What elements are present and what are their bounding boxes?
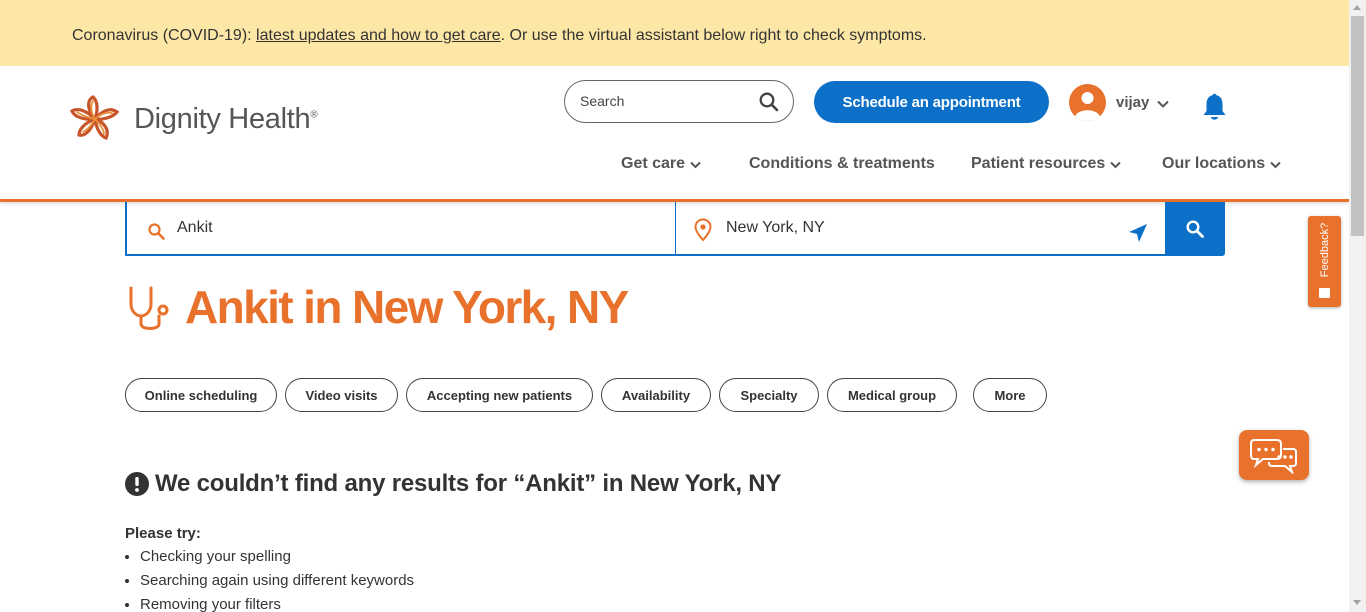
user-name: vijay xyxy=(1116,94,1150,111)
no-results-heading: We couldn’t find any results for “Ankit”… xyxy=(155,470,782,497)
suggestion-list: Checking your spelling Searching again u… xyxy=(140,548,414,612)
banner-suffix: . Or use the virtual assistant below rig… xyxy=(500,27,927,44)
registered-mark: ® xyxy=(310,108,318,120)
nav-conditions-treatments[interactable]: Conditions & treatments xyxy=(749,155,935,173)
chevron-down-icon xyxy=(1110,161,1121,169)
logo-wordmark: Dignity Health xyxy=(134,102,311,135)
user-menu[interactable]: vijay xyxy=(1069,84,1170,121)
covid-banner: Coronavirus (COVID-19): latest updates a… xyxy=(0,0,1349,66)
filter-specialty[interactable]: Specialty xyxy=(719,378,819,412)
site-search-input[interactable] xyxy=(580,93,750,109)
nav-patient-resources-label: Patient resources xyxy=(971,155,1106,172)
provider-query-value[interactable]: Ankit xyxy=(177,219,213,237)
bell-icon[interactable] xyxy=(1201,93,1228,122)
nav-our-locations-label: Our locations xyxy=(1162,155,1266,172)
filter-availability[interactable]: Availability xyxy=(601,378,711,412)
stethoscope-icon xyxy=(129,286,169,330)
search-icon xyxy=(1186,220,1204,238)
filter-more[interactable]: More xyxy=(973,378,1047,412)
results-heading: Ankit in New York, NY xyxy=(185,281,629,333)
page-title: Ankit in New York, NY xyxy=(125,280,629,334)
location-value[interactable]: New York, NY xyxy=(726,219,825,237)
alert-icon xyxy=(125,472,149,496)
finder-search-button[interactable] xyxy=(1165,202,1225,256)
list-item: Checking your spelling xyxy=(140,548,414,572)
search-icon[interactable] xyxy=(759,92,779,112)
scrollbar-thumb[interactable] xyxy=(1351,16,1364,236)
filter-accepting-new-patients[interactable]: Accepting new patients xyxy=(406,378,593,412)
provider-query-field[interactable]: Ankit xyxy=(125,202,676,256)
no-results-message: We couldn’t find any results for “Ankit”… xyxy=(125,470,781,498)
provider-finder: Ankit New York, NY xyxy=(125,202,1225,256)
nav-conditions-label: Conditions & treatments xyxy=(749,155,935,172)
user-icon xyxy=(1069,84,1106,121)
logo-text: Dignity Health® xyxy=(134,102,318,136)
list-item: Removing your filters xyxy=(140,596,414,612)
nav-get-care-label: Get care xyxy=(621,155,686,172)
banner-text: Coronavirus (COVID-19): latest updates a… xyxy=(72,27,927,45)
chevron-down-icon xyxy=(690,161,701,169)
scroll-up-icon[interactable] xyxy=(1353,5,1361,10)
page-scrollbar[interactable] xyxy=(1349,0,1366,612)
nav-get-care[interactable]: Get care xyxy=(621,155,701,173)
nav-patient-resources[interactable]: Patient resources xyxy=(971,155,1121,173)
schedule-appointment-button[interactable]: Schedule an appointment xyxy=(814,81,1049,123)
site-search[interactable] xyxy=(564,80,794,123)
locate-arrow-icon[interactable] xyxy=(1127,222,1149,244)
site-header: Dignity Health® Schedule an appointment … xyxy=(0,66,1349,202)
chevron-down-icon xyxy=(1270,161,1281,169)
filter-online-scheduling[interactable]: Online scheduling xyxy=(125,378,277,412)
banner-prefix: Coronavirus (COVID-19): xyxy=(72,27,257,44)
feedback-icon xyxy=(1319,288,1330,298)
logo[interactable]: Dignity Health® xyxy=(66,93,318,145)
location-pin-icon xyxy=(694,218,712,242)
chat-icon xyxy=(1250,439,1297,474)
feedback-tab[interactable]: Feedback? xyxy=(1308,216,1341,307)
virtual-assistant-button[interactable] xyxy=(1239,430,1309,480)
banner-link[interactable]: latest updates and how to get care xyxy=(256,27,501,44)
location-field[interactable]: New York, NY xyxy=(676,202,1165,256)
nav-our-locations[interactable]: Our locations xyxy=(1162,155,1281,173)
filter-video-visits[interactable]: Video visits xyxy=(285,378,398,412)
feedback-label: Feedback? xyxy=(1318,222,1331,278)
filter-medical-group[interactable]: Medical group xyxy=(827,378,957,412)
chevron-down-icon xyxy=(1157,100,1170,108)
please-try-label: Please try: xyxy=(125,525,201,542)
logo-icon xyxy=(69,95,120,140)
search-icon xyxy=(148,223,165,240)
list-item: Searching again using different keywords xyxy=(140,572,414,596)
scroll-down-icon[interactable] xyxy=(1353,600,1361,605)
